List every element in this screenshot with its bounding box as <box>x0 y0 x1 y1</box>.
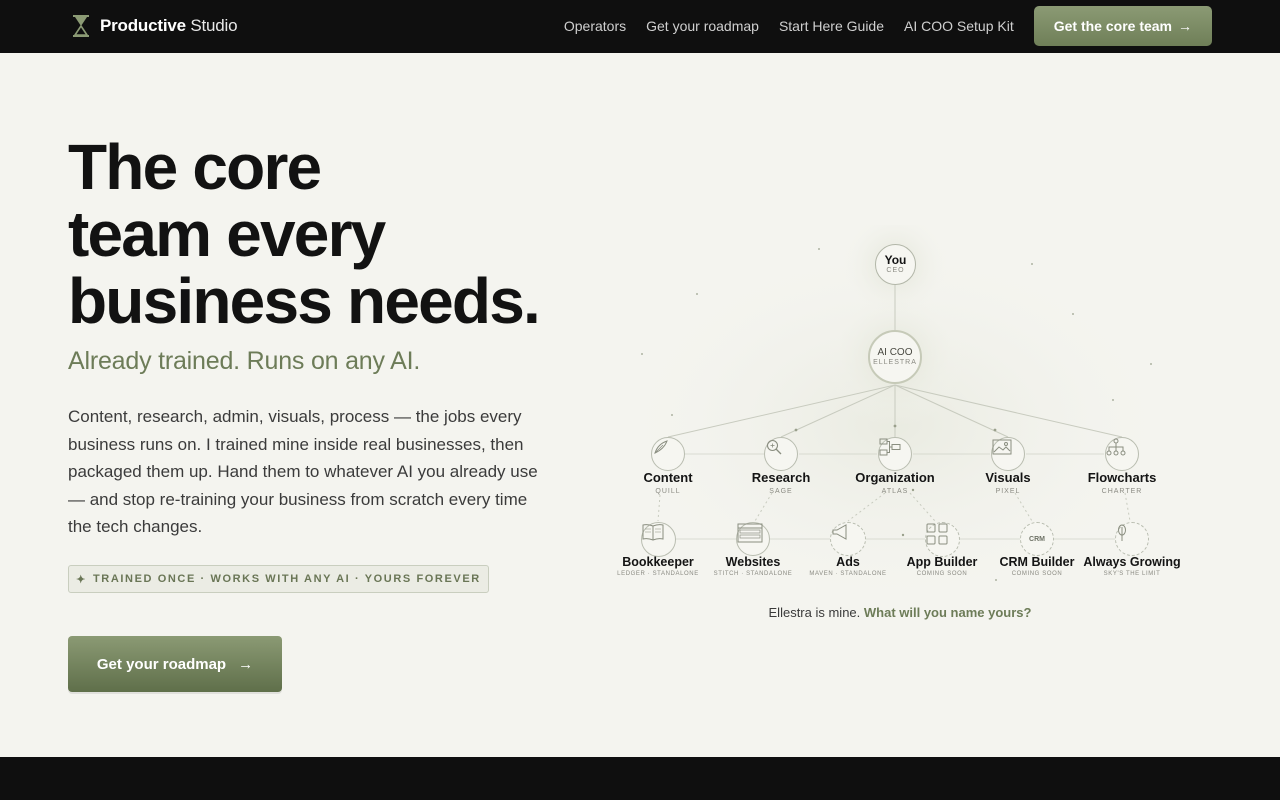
research-node[interactable] <box>764 437 798 471</box>
visuals-node[interactable] <box>991 437 1025 471</box>
bookkeeper-label-group: Bookkeeper LEDGER · STANDALONE <box>617 555 699 577</box>
nav-link-operators[interactable]: Operators <box>564 18 626 34</box>
crm-builder-code: COMING SOON <box>1011 571 1063 577</box>
app-builder-name: App Builder <box>906 555 978 569</box>
hourglass-icon <box>73 15 89 37</box>
ai-coo-node[interactable]: AI COO ELLESTRA <box>868 330 922 384</box>
hero-body: Content, research, admin, visuals, proce… <box>68 407 538 536</box>
app-builder-code: COMING SOON <box>916 571 968 577</box>
org-chart-caption: Ellestra is mine. What will you name you… <box>600 605 1200 620</box>
ads-label-group: Ads MAVEN · STANDALONE <box>809 555 886 577</box>
you-label: You <box>884 252 907 267</box>
brand-name: Productive Studio <box>100 16 238 35</box>
app-builder-label-group: App Builder COMING SOON <box>907 555 978 577</box>
organization-name: Organization <box>855 470 935 485</box>
caption-text: Ellestra is mine. <box>768 605 861 620</box>
organization-label-group: Organization ATLAS <box>855 470 934 495</box>
ai-coo-role: ELLESTRA <box>873 358 917 366</box>
websites-code: STITCH · STANDALONE <box>713 571 793 577</box>
flowcharts-label-group: Flowcharts CHARTER <box>1088 470 1157 495</box>
sprout-icon <box>1118 524 1126 541</box>
grid-icon <box>926 523 948 545</box>
hero-subtitle: Already trained. Runs on any AI. <box>68 347 421 375</box>
crm-icon: CRM <box>1029 535 1045 543</box>
crm-builder-label-group: CRM Builder COMING SOON <box>1000 555 1075 577</box>
top-nav: Productive Studio Operators Get your roa… <box>0 0 1280 53</box>
content-label-group: Content QUILL <box>643 470 692 495</box>
nav-link-roadmap[interactable]: Get your roadmap <box>646 18 759 34</box>
crm-builder-node[interactable]: CRM <box>1020 522 1054 556</box>
content-code: QUILL <box>655 488 681 495</box>
always-growing-code: SKY'S THE LIMIT <box>1103 571 1161 577</box>
research-name: Research <box>751 470 811 485</box>
always-growing-label-group: Always Growing SKY'S THE LIMIT <box>1083 555 1180 577</box>
websites-name: Websites <box>725 555 781 569</box>
crm-builder-name: CRM Builder <box>999 555 1075 569</box>
image-icon <box>992 439 1012 455</box>
megaphone-icon <box>832 524 847 540</box>
websites-label-group: Websites STITCH · STANDALONE <box>714 555 793 577</box>
always-growing-node[interactable] <box>1115 522 1149 556</box>
ads-code: MAVEN · STANDALONE <box>809 571 887 577</box>
hero-title: The core team every business needs. <box>68 131 541 337</box>
get-core-team-label: Get the core team <box>1053 18 1172 34</box>
flowcharts-node[interactable] <box>1105 437 1139 471</box>
sparkle-icon: ✦ <box>76 573 87 586</box>
footer-band <box>0 757 1280 800</box>
flowcharts-code: CHARTER <box>1101 488 1143 495</box>
hero-title-line: team every <box>68 198 386 270</box>
you-node[interactable]: You CEO <box>875 244 916 285</box>
hero-title-line: The core <box>68 131 322 203</box>
flowchart-icon <box>1106 438 1126 456</box>
visuals-name: Visuals <box>985 470 1031 485</box>
brand-logo[interactable]: Productive Studio <box>72 14 238 38</box>
bookkeeper-code: LEDGER · STANDALONE <box>617 571 699 577</box>
bookkeeper-name: Bookkeeper <box>622 555 694 569</box>
nav-links: Operators Get your roadmap Start Here Gu… <box>564 6 1212 46</box>
research-code: SAGE <box>769 488 793 495</box>
content-name: Content <box>643 470 693 485</box>
trained-once-tag: ✦ TRAINED ONCE · WORKS WITH ANY AI · YOU… <box>68 565 489 593</box>
research-label-group: Research SAGE <box>752 470 811 495</box>
ads-name: Ads <box>836 555 860 569</box>
arrow-right-icon: → <box>1178 18 1192 34</box>
book-icon <box>642 524 664 541</box>
magnifier-icon <box>766 439 782 455</box>
get-core-team-button[interactable]: Get the core team → <box>1033 6 1212 46</box>
bookkeeper-node[interactable] <box>641 522 676 557</box>
tag-text: TRAINED ONCE · WORKS WITH ANY AI · YOURS… <box>92 573 481 585</box>
get-roadmap-label: Get your roadmap <box>96 655 227 673</box>
organization-code: ATLAS <box>881 488 909 495</box>
caption-highlight: What will you name yours? <box>863 605 1032 620</box>
org-icon <box>879 438 901 456</box>
nav-link-setup-kit[interactable]: AI COO Setup Kit <box>904 18 1014 34</box>
get-roadmap-button[interactable]: Get your roadmap → <box>68 636 282 692</box>
ai-coo-label: AI COO <box>877 346 913 358</box>
flowcharts-name: Flowcharts <box>1087 470 1157 485</box>
quill-icon <box>654 440 668 454</box>
org-chart: You CEO AI COO ELLESTRA Content QUILL Res… <box>600 225 1200 635</box>
you-role: CEO <box>886 266 905 274</box>
content-node[interactable] <box>651 437 685 471</box>
nav-link-start-guide[interactable]: Start Here Guide <box>779 18 884 34</box>
always-growing-name: Always Growing <box>1083 555 1181 569</box>
arrow-right-icon: → <box>238 655 254 673</box>
visuals-code: PIXEL <box>995 488 1021 495</box>
browser-icon <box>737 523 763 543</box>
websites-node[interactable] <box>736 522 770 556</box>
hero-title-line: business needs. <box>68 265 541 337</box>
ads-node[interactable] <box>830 522 866 556</box>
app-builder-node[interactable] <box>925 522 960 557</box>
visuals-label-group: Visuals PIXEL <box>985 470 1030 495</box>
organization-node[interactable] <box>878 437 912 471</box>
